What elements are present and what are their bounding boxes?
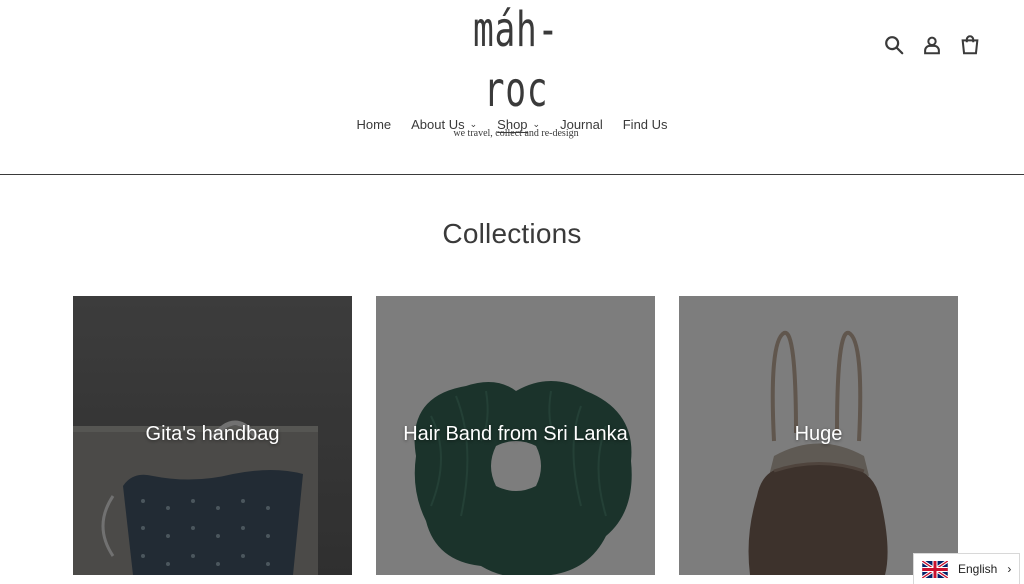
chevron-right-icon: › [1007, 562, 1012, 576]
logo-wordmark: máh-roc [472, 2, 560, 118]
nav-label: Home [356, 117, 392, 132]
language-label: English [958, 562, 998, 576]
nav-label: Shop [497, 117, 528, 132]
page-title: Collections [442, 218, 582, 249]
collection-card-huge[interactable]: Huge [679, 296, 958, 575]
nav-item-find-us[interactable]: Find Us [613, 116, 678, 134]
cart-icon[interactable] [958, 33, 982, 57]
chevron-down-icon: ⌄ [532, 119, 541, 129]
collection-card-gitas-handbag[interactable]: Gita's handbag [73, 296, 352, 575]
collection-card-hair-band[interactable]: Hair Band from Sri Lanka [376, 296, 655, 575]
nav-item-home[interactable]: Home [346, 116, 401, 134]
nav-label: Journal [560, 117, 603, 132]
nav-label: Find Us [622, 117, 668, 132]
collection-card-title: Hair Band from Sri Lanka [403, 423, 628, 445]
nav-item-shop[interactable]: Shop ⌄ [487, 116, 550, 134]
account-icon[interactable] [920, 33, 944, 57]
collection-grid: Gita's handbag Hair Band from Sri Lanka … [73, 296, 958, 575]
search-icon[interactable] [882, 33, 906, 57]
main-navigation: Home About Us ⌄ Shop ⌄ Journal Find Us [0, 116, 1024, 134]
chevron-down-icon: ⌄ [469, 119, 478, 129]
collection-card-title: Gita's handbag [145, 423, 280, 445]
nav-item-about-us[interactable]: About Us ⌄ [401, 116, 487, 134]
uk-flag-icon [922, 560, 948, 578]
nav-item-journal[interactable]: Journal [550, 116, 613, 134]
header-icons [882, 33, 982, 57]
collection-card-title: Huge [794, 423, 843, 445]
language-switcher[interactable]: English › [913, 553, 1020, 584]
nav-label: About Us [411, 117, 465, 132]
site-header: máh-roc we travel, collect and re-design… [0, 0, 1024, 175]
